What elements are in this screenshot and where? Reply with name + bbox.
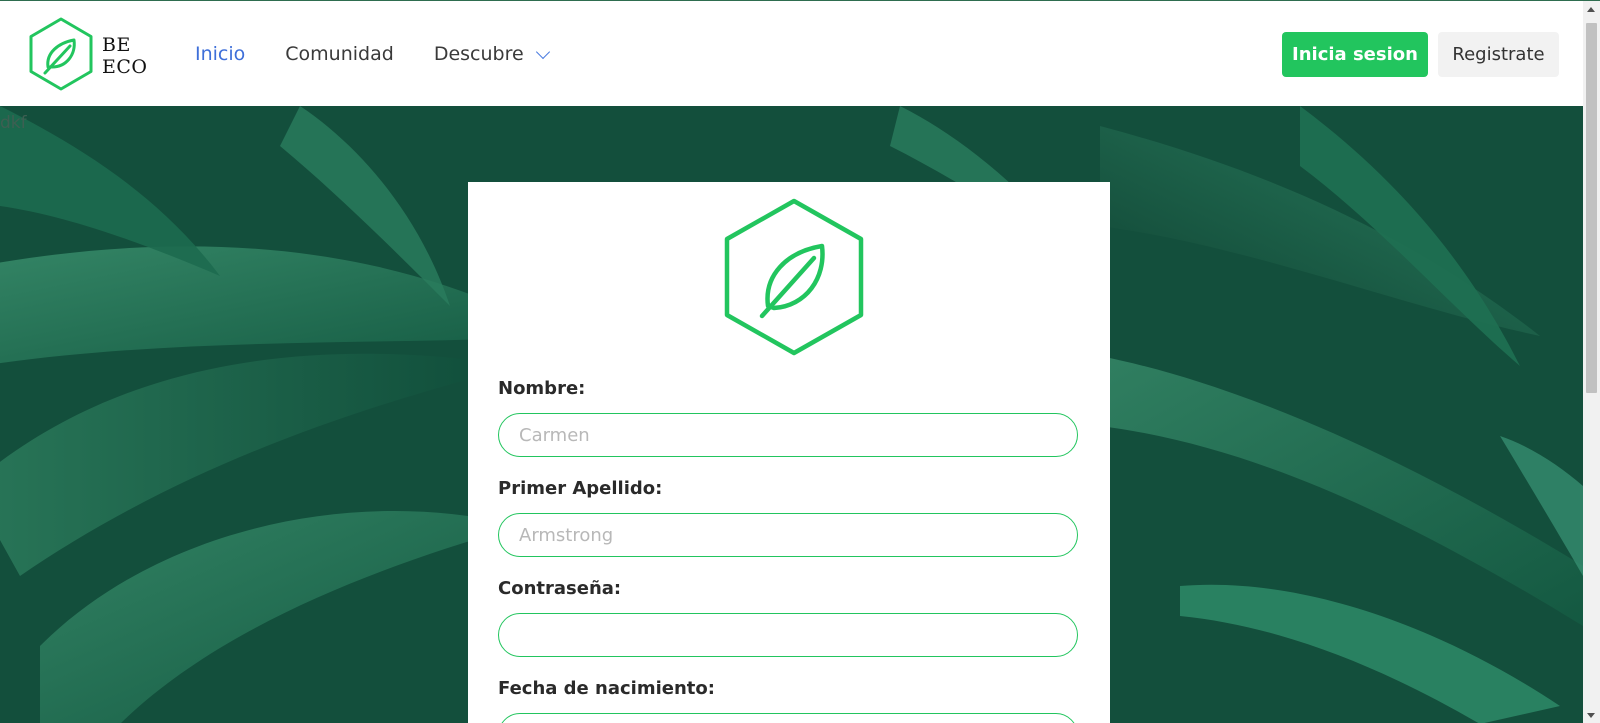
chevron-down-icon (535, 44, 550, 59)
leaf-hexagon-icon (28, 17, 94, 95)
nav-item-comunidad[interactable]: Comunidad (285, 43, 394, 65)
page: BE ECO Inicio Comunidad Descubre Inicia … (0, 0, 1600, 723)
primer-apellido-label: Primer Apellido: (498, 478, 663, 499)
scrollbar-thumb[interactable] (1586, 23, 1597, 393)
nombre-input[interactable] (498, 413, 1078, 457)
main-nav: Inicio Comunidad Descubre (195, 1, 550, 106)
scroll-up-arrow-icon[interactable] (1587, 7, 1595, 12)
primer-apellido-input[interactable] (498, 513, 1078, 557)
fecha-nacimiento-label: Fecha de nacimiento: (498, 678, 715, 699)
page-scrollbar[interactable] (1583, 1, 1600, 723)
contrasena-label: Contraseña: (498, 578, 622, 599)
nombre-label: Nombre: (498, 378, 586, 399)
scroll-down-arrow-icon[interactable] (1587, 713, 1595, 718)
nav-item-inicio[interactable]: Inicio (195, 43, 245, 65)
fecha-nacimiento-input[interactable] (498, 713, 1078, 723)
brand-logo-link[interactable]: BE ECO (28, 17, 147, 95)
nav-item-descubre-label: Descubre (433, 42, 524, 65)
leaf-hexagon-icon (724, 198, 864, 360)
corner-text: dkf (0, 113, 27, 133)
navbar: BE ECO Inicio Comunidad Descubre Inicia … (0, 1, 1583, 106)
brand-line-2: ECO (102, 56, 148, 78)
brand-name: BE ECO (102, 34, 147, 78)
contrasena-input[interactable] (498, 613, 1078, 657)
register-button[interactable]: Registrate (1438, 32, 1559, 77)
login-button[interactable]: Inicia sesion (1282, 32, 1428, 77)
register-form-card: Nombre: Primer Apellido: Contraseña: Fec… (468, 182, 1110, 723)
brand-line-1: BE (102, 34, 131, 56)
nav-item-descubre[interactable]: Descubre (433, 42, 550, 65)
